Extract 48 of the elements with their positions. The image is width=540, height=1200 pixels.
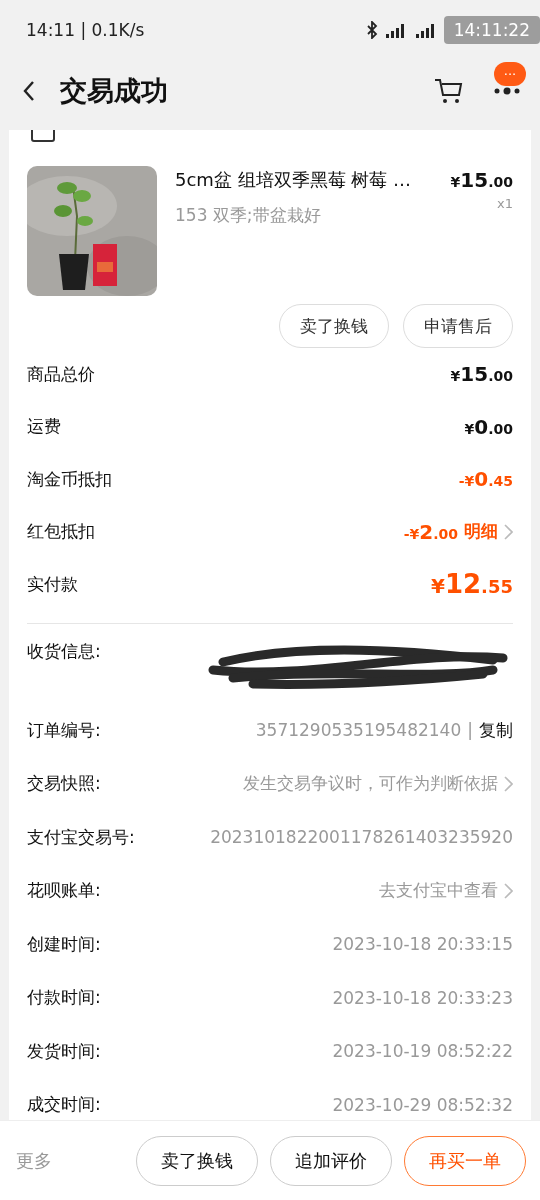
message-badge: ···	[494, 62, 526, 86]
more-icon[interactable]	[494, 87, 520, 95]
product-title[interactable]: 5cm盆 组培双季黑莓 树莓 …	[175, 168, 433, 192]
amount-text: ¥12.55	[431, 569, 513, 600]
chevron-right-icon	[504, 775, 513, 792]
action-button[interactable]: 申请售后	[403, 304, 513, 348]
info-value: 2023101822001178261403235920	[210, 827, 513, 848]
info-label: 成交时间:	[27, 1093, 101, 1117]
page-title: 交易成功	[60, 74, 169, 108]
chevron-right-icon	[504, 882, 513, 899]
copy-link[interactable]: 复制	[479, 718, 513, 742]
info-value: 2023-10-18 20:33:23	[332, 987, 513, 1008]
action-button[interactable]: 卖了换钱	[279, 304, 389, 348]
info-value: 去支付宝中查看	[379, 879, 498, 903]
status-time: 14:11 | 0.1K/s	[26, 20, 145, 40]
amount-text: ¥15.00	[450, 168, 513, 192]
info-value: 3571290535195482140	[255, 720, 462, 741]
price-label: 运费	[27, 415, 61, 439]
price-label: 红包抵扣	[27, 520, 95, 544]
clock-overlay: 14:11:22	[443, 16, 540, 44]
info-value: 2023-10-29 08:52:32	[332, 1094, 513, 1115]
amount-text: -¥0.45	[458, 467, 513, 492]
info-value: 2023-10-19 08:52:22	[332, 1041, 513, 1062]
info-value: 发生交易争议时，可作为判断依据	[243, 772, 498, 796]
product-spec: 153 双季;带盆栽好	[175, 204, 322, 227]
price-label: 淘金币抵扣	[27, 467, 112, 491]
info-value: 2023-10-18 20:33:15	[332, 934, 513, 955]
info-label: 支付宝交易号:	[27, 825, 135, 849]
action-button[interactable]: 追加评价	[270, 1135, 392, 1186]
info-label: 订单编号:	[27, 718, 101, 742]
cart-icon[interactable]	[434, 77, 464, 105]
action-button[interactable]: 卖了换钱	[136, 1135, 258, 1186]
info-label: 发货时间:	[27, 1039, 101, 1063]
info-label: 花呗账单:	[27, 879, 101, 903]
bluetooth-icon	[365, 21, 378, 39]
amount-text: ¥15.00	[450, 362, 513, 387]
info-label: 付款时间:	[27, 986, 101, 1010]
info-label: 交易快照:	[27, 772, 101, 796]
price-label: 实付款	[27, 572, 78, 596]
info-label: 创建时间:	[27, 932, 101, 956]
amount-text: ¥0.00	[464, 414, 513, 439]
back-icon[interactable]	[22, 80, 36, 102]
quantity-text: x1	[497, 196, 513, 211]
chevron-right-icon	[504, 523, 513, 540]
info-label: 收货信息:	[27, 639, 101, 663]
amount-text: -¥2.00	[403, 519, 458, 544]
price-label: 商品总价	[27, 362, 95, 386]
separator-text: |	[467, 720, 473, 741]
